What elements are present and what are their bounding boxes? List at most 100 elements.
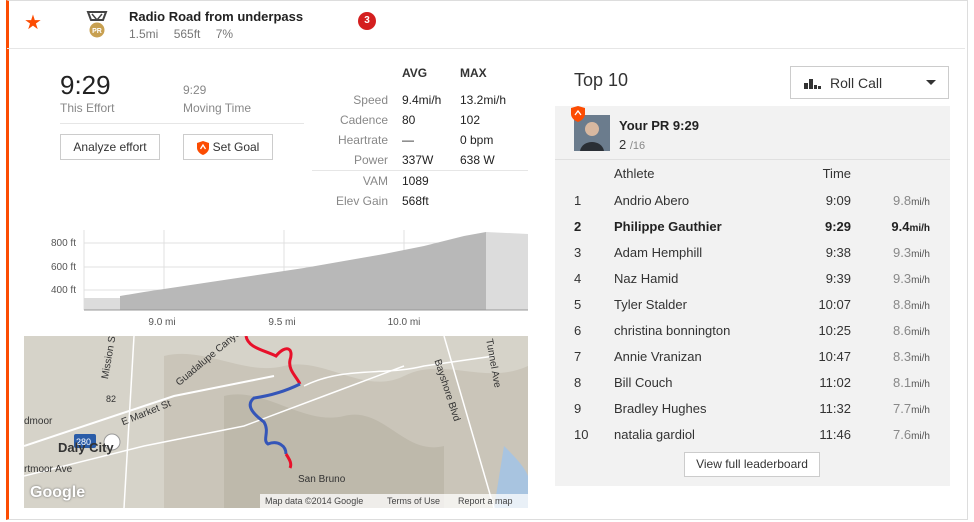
y-tick: 800 ft (51, 238, 76, 249)
count-badge: 3 (358, 12, 376, 30)
leaderboard-row: 8 Bill Couch 11:02 8.1mi/h (555, 369, 950, 395)
map-label-daly-city: Daly City (58, 440, 114, 455)
stat-avg: 568ft (402, 194, 429, 208)
map-attribution: Map data ©2014 Google Terms of Use Repor… (260, 494, 528, 508)
effort-time[interactable]: 9:29 (825, 219, 851, 234)
athlete-column-header: Athlete (614, 166, 655, 181)
segment-map[interactable]: 280 82 Mission St Guadalupe Canyon Pkwy … (24, 336, 528, 508)
speed: 8.8mi/h (893, 297, 930, 312)
rank: 1 (574, 193, 582, 208)
view-full-leaderboard-button[interactable]: View full leaderboard (684, 452, 820, 477)
speed-unit: mi/h (911, 197, 930, 208)
effort-time[interactable]: 11:02 (819, 375, 851, 390)
speed: 8.6mi/h (893, 323, 930, 338)
time-column-header: Time (822, 166, 851, 181)
stat-avg: 80 (402, 113, 416, 127)
leaderboard-row: 1 Andrio Abero 9:09 9.8mi/h (555, 187, 950, 213)
stat-avg: — (402, 133, 414, 147)
effort-time[interactable]: 9:38 (826, 245, 851, 260)
leaderboard-filter-dropdown[interactable]: Roll Call (790, 66, 949, 99)
star-icon[interactable]: ★ (24, 10, 42, 35)
set-goal-label: Set Goal (212, 140, 260, 154)
speed: 9.8mi/h (893, 193, 930, 208)
athlete-name[interactable]: natalia gardiol (614, 427, 695, 442)
moving-time-label: Moving Time (183, 101, 252, 115)
speed-unit: mi/h (911, 353, 930, 364)
rank: 5 (574, 297, 582, 312)
x-tick: 9.0 mi (148, 317, 175, 328)
speed: 7.7mi/h (893, 401, 930, 416)
segment-grade: 7% (215, 27, 234, 41)
rank: 2 (574, 219, 582, 234)
athlete-name[interactable]: Naz Hamid (614, 271, 678, 286)
speed-value: 7.7 (893, 401, 912, 416)
stat-label: Heartrate (337, 133, 388, 147)
speed-value: 9.8 (893, 193, 912, 208)
stat-max: 0 bpm (460, 133, 494, 147)
x-tick: 9.5 mi (268, 317, 295, 328)
speed-unit: mi/h (909, 223, 930, 234)
effort-time[interactable]: 10:25 (818, 323, 851, 338)
speed-unit: mi/h (911, 327, 930, 338)
athlete-name[interactable]: Bradley Hughes (614, 401, 707, 416)
speed-value: 9.3 (893, 245, 912, 260)
leaderboard-row: 6 christina bonnington 10:25 8.6mi/h (555, 317, 950, 343)
speed-value: 8.1 (893, 375, 912, 390)
athlete-name[interactable]: Philippe Gauthier (614, 219, 722, 234)
effort-time[interactable]: 11:46 (819, 427, 851, 442)
athlete-name[interactable]: christina bonnington (614, 323, 730, 338)
y-tick: 600 ft (51, 262, 76, 273)
stat-row-vam: VAM 1089 (312, 174, 528, 194)
effort-time[interactable]: 10:07 (818, 297, 851, 312)
stat-row-elev-gain: Elev Gain 568ft (312, 194, 528, 214)
header-divider (7, 48, 965, 49)
athlete-name[interactable]: Tyler Stalder (614, 297, 687, 312)
effort-time[interactable]: 9:09 (826, 193, 851, 208)
effort-time[interactable]: 10:47 (818, 349, 851, 364)
stat-max: 102 (460, 113, 481, 127)
effort-time[interactable]: 9:39 (826, 271, 851, 286)
speed-unit: mi/h (911, 431, 930, 442)
speed: 8.1mi/h (893, 375, 930, 390)
max-header: MAX (460, 66, 487, 80)
leaderboard: Your PR 9:29 2 /16 Athlete Time 1 Andrio… (555, 106, 950, 486)
bar-chart-icon (804, 79, 821, 89)
elevation-profile[interactable]: 800 ft 600 ft 400 ft 9.0 mi 9.5 mi 10.0 … (24, 230, 528, 330)
report-map-error-link[interactable]: Report a map error (458, 496, 528, 508)
leaderboard-filter-label: Roll Call (830, 75, 883, 91)
leaderboard-row-current-user: 2 Philippe Gauthier 9:29 9.4mi/h (555, 213, 950, 239)
speed: 8.3mi/h (893, 349, 930, 364)
segment-title[interactable]: Radio Road from underpass (129, 9, 303, 24)
stat-row-heartrate: Heartrate — 0 bpm (312, 133, 528, 153)
terms-link[interactable]: Terms of Use (387, 496, 440, 506)
athlete-name[interactable]: Bill Couch (614, 375, 673, 390)
rank: 4 (574, 271, 582, 286)
map-label-san-bruno: San Bruno (298, 474, 346, 485)
segment-distance: 1.5mi (129, 27, 159, 41)
map-label-rtmoor-ave: rtmoor Ave (24, 464, 73, 475)
athlete-name[interactable]: Annie Vranizan (614, 349, 702, 364)
your-pr-summary: Your PR 9:29 2 /16 (555, 106, 950, 160)
moving-time: 9:29 (183, 83, 207, 97)
rank: 9 (574, 401, 582, 416)
elevation-area-effort (120, 232, 486, 310)
athlete-name[interactable]: Adam Hemphill (614, 245, 702, 260)
effort-time[interactable]: 11:32 (819, 401, 851, 416)
pr-shield-icon (571, 106, 585, 122)
set-goal-button[interactable]: Set Goal (183, 134, 273, 160)
leaderboard-row: 4 Naz Hamid 9:39 9.3mi/h (555, 265, 950, 291)
stat-label: Elev Gain (335, 194, 388, 208)
speed: 7.6mi/h (893, 427, 930, 442)
speed: 9.4mi/h (891, 219, 930, 234)
analyze-effort-button[interactable]: Analyze effort (60, 134, 160, 160)
rank: 8 (574, 375, 582, 390)
athlete-name[interactable]: Andrio Abero (614, 193, 689, 208)
rank: 6 (574, 323, 582, 338)
pr-rank-total: /16 (629, 140, 646, 152)
stat-avg: 337W (402, 153, 434, 167)
stat-avg: 9.4mi/h (402, 93, 442, 107)
stat-label: Power (353, 153, 388, 167)
segment-elevation: 565ft (173, 27, 201, 41)
leaderboard-title: Top 10 (574, 70, 629, 90)
speed: 9.3mi/h (893, 271, 930, 286)
